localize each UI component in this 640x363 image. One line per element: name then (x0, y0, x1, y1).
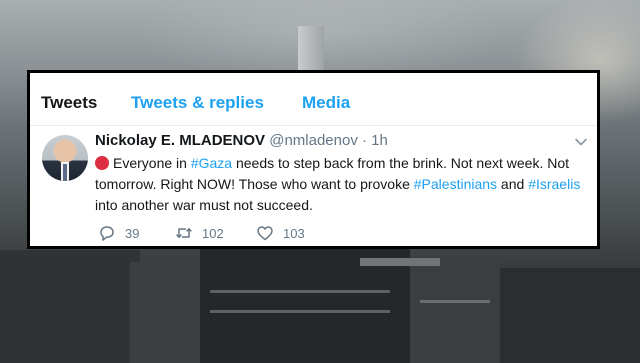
red-circle-emoji (95, 156, 109, 170)
tweet-text: Everyone in #Gaza needs to step back fro… (95, 153, 591, 216)
retweet-icon (176, 228, 192, 238)
hashtag-israelis[interactable]: #Israelis (528, 176, 580, 192)
author-name[interactable]: Nickolay E. MLADENOV (95, 132, 265, 149)
retweet-count: 102 (202, 225, 224, 241)
background-building (500, 268, 640, 363)
background-tower (298, 26, 324, 76)
header-separator: · (362, 132, 367, 149)
profile-tabs: Tweets Tweets & replies Media (30, 73, 597, 126)
tweet-timestamp[interactable]: 1h (371, 132, 388, 149)
chevron-down-icon[interactable] (574, 135, 588, 149)
avatar-tie (63, 164, 67, 181)
hashtag-gaza[interactable]: #Gaza (191, 155, 232, 171)
hashtag-palestinians[interactable]: #Palestinians (414, 176, 497, 192)
background-window-row (210, 310, 390, 313)
background-window-row (210, 290, 390, 293)
background-building (0, 250, 140, 363)
tab-tweets[interactable]: Tweets (41, 93, 97, 113)
background-building (130, 262, 200, 363)
reply-button[interactable]: 39 (98, 224, 139, 242)
tab-media[interactable]: Media (302, 93, 350, 113)
background-building (410, 256, 500, 363)
like-count: 103 (283, 225, 305, 241)
tweet-header: Nickolay E. MLADENOV @nmladenov · 1h (95, 132, 388, 149)
reply-icon (100, 226, 114, 241)
author-handle[interactable]: @nmladenov (269, 132, 358, 149)
like-button[interactable]: 103 (256, 224, 305, 242)
tweet-text-part: into another war must not succeed. (95, 197, 313, 213)
retweet-button[interactable]: 102 (175, 224, 224, 242)
avatar[interactable] (42, 135, 88, 181)
background-roof (360, 258, 440, 266)
tweet-card: Tweets Tweets & replies Media Nickolay E… (27, 70, 600, 249)
like-icon (257, 226, 273, 241)
reply-count: 39 (125, 225, 140, 241)
tweet-text-part: Everyone in (113, 155, 191, 171)
background-window-row (420, 300, 490, 303)
tweet-text-part: and (497, 176, 529, 192)
tab-tweets-and-replies[interactable]: Tweets & replies (131, 93, 264, 113)
